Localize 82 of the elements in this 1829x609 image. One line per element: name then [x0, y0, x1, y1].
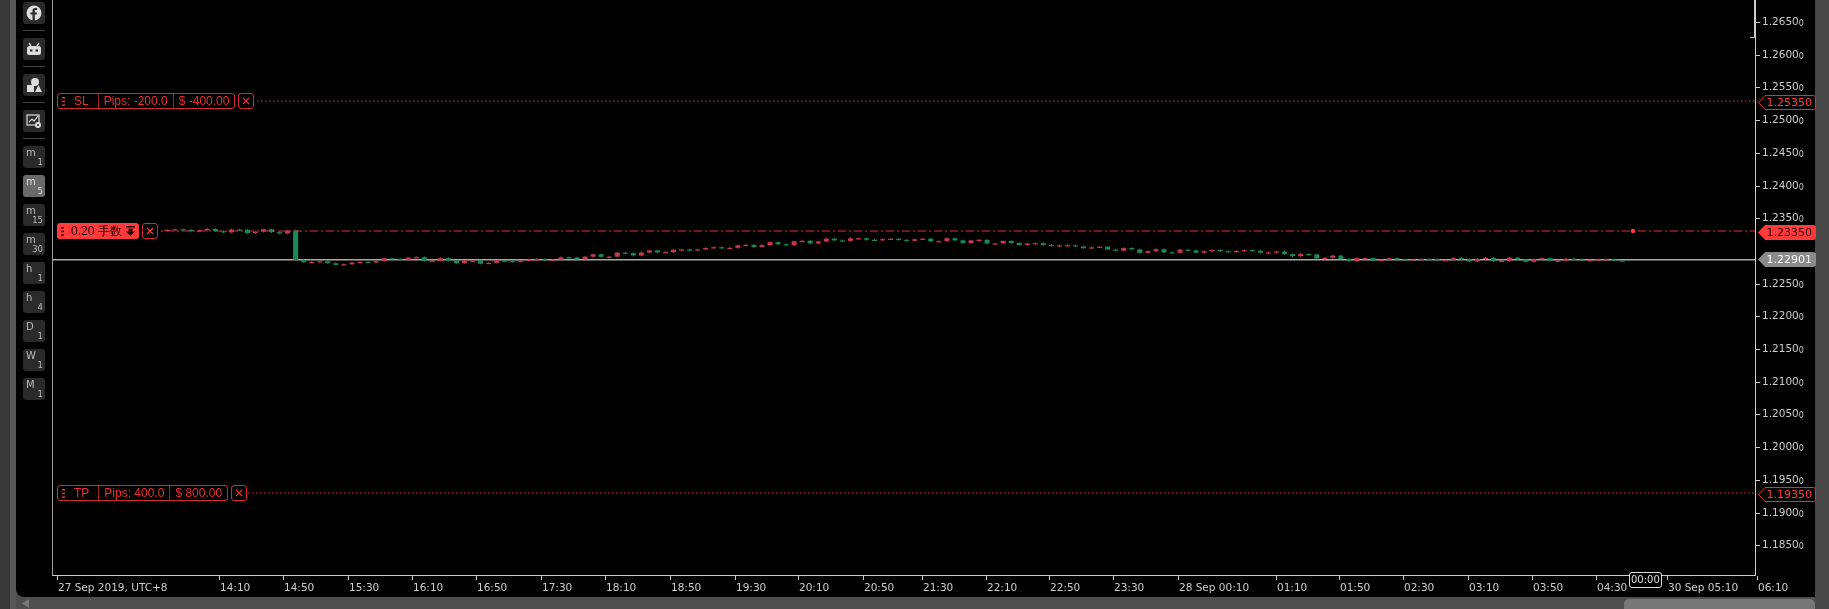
marker-dot: [1630, 228, 1636, 234]
close-icon: [242, 97, 251, 105]
price-label: 1.2400$_{0}$: [1762, 179, 1804, 193]
time-label: 15:30: [349, 581, 380, 593]
close-button[interactable]: [141, 223, 158, 239]
price-label: 1.1850$_{0}$: [1762, 539, 1804, 553]
time-label: 19:30: [736, 581, 767, 593]
grip-icon: [62, 488, 65, 498]
amount-label: $ 800.00: [174, 486, 224, 500]
timeframe-button[interactable]: h 1: [23, 262, 45, 284]
time-label: 06:10: [1758, 581, 1789, 593]
crosshair-time-label: 00:00: [1629, 572, 1662, 588]
price-marker: 1.22901: [1758, 252, 1816, 268]
price-label: 1.1950$_{0}$: [1762, 473, 1804, 487]
price-label: 1.2600$_{0}$: [1762, 48, 1804, 62]
order-type-label: SL: [68, 94, 99, 108]
price-label: 1.2550$_{0}$: [1762, 81, 1804, 95]
time-label: 18:10: [606, 581, 637, 593]
vertical-scrollbar[interactable]: [1815, 0, 1829, 609]
timeframe-button[interactable]: D 1: [23, 320, 45, 342]
price-label: 1.2100$_{0}$: [1762, 375, 1804, 389]
stop-loss-tag[interactable]: SL Pips: -200.0 $ -400.00: [57, 93, 236, 109]
time-label: 17:30: [542, 581, 573, 593]
price-label: 1.1900$_{0}$: [1762, 506, 1804, 520]
take-profit-tag[interactable]: TP Pips: 400.0 $ 800.00: [57, 485, 229, 501]
timeframe-button[interactable]: W 1: [23, 349, 45, 371]
timeframe-button[interactable]: m 30: [23, 233, 45, 255]
time-label: 14:50: [284, 581, 315, 593]
price-marker: 1.25350: [1758, 94, 1816, 110]
price-label: 1.2450$_{0}$: [1762, 146, 1804, 160]
time-label: 28 Sep 00:10: [1179, 581, 1250, 593]
time-label: 20:50: [864, 581, 895, 593]
facebook-icon[interactable]: [23, 2, 45, 24]
time-label: 30 Sep 05:10: [1668, 581, 1739, 593]
time-label: 21:30: [923, 581, 954, 593]
price-label: 1.2000$_{0}$: [1762, 441, 1804, 455]
close-icon: [235, 489, 244, 497]
price-marker: 1.19350: [1758, 486, 1816, 502]
price-label: 1.2200$_{0}$: [1762, 310, 1804, 324]
time-label: 03:10: [1469, 581, 1500, 593]
time-label: 18:50: [671, 581, 702, 593]
time-label: 04:30: [1597, 581, 1628, 593]
timeframe-button[interactable]: m 15: [23, 204, 45, 226]
price-label: 1.2250$_{0}$: [1762, 277, 1804, 291]
price-label: 1.2350$_{0}$: [1762, 212, 1804, 226]
lot-size-label: 0.20 手数: [71, 222, 122, 240]
price-label: 1.2500$_{0}$: [1762, 114, 1804, 128]
price-label: 1.2150$_{0}$: [1762, 343, 1804, 356]
grip-icon: [62, 96, 65, 106]
pips-label: Pips: 400.0: [99, 486, 171, 500]
order-type-label: TP: [68, 486, 100, 500]
close-icon: [145, 227, 154, 235]
shapes-icon[interactable]: [23, 74, 45, 96]
time-label: 22:50: [1050, 581, 1081, 593]
time-label: 01:50: [1340, 581, 1371, 593]
timeframe-button[interactable]: M 1: [23, 378, 45, 400]
close-button[interactable]: [238, 93, 255, 109]
arrow-down-icon[interactable]: [125, 226, 135, 236]
chart-settings-icon[interactable]: [23, 110, 45, 132]
time-label: 16:50: [477, 581, 508, 593]
robot-icon[interactable]: [23, 38, 45, 60]
price-marker: 1.23350: [1758, 224, 1816, 240]
time-label: 20:10: [799, 581, 830, 593]
time-label: 01:10: [1277, 581, 1308, 593]
pips-label: Pips: -200.0: [98, 94, 174, 108]
scrollbar-thumb[interactable]: [1624, 599, 1815, 609]
timeframe-button[interactable]: m 5: [23, 175, 45, 197]
amount-label: $ -400.00: [177, 94, 231, 108]
time-label: 23:30: [1114, 581, 1145, 593]
grip-icon: [61, 226, 64, 236]
price-label: 1.2650$_{0}$: [1762, 16, 1804, 29]
time-label: 27 Sep 2019, UTC+8: [58, 581, 168, 593]
price-label: 1.2050$_{0}$: [1762, 408, 1804, 422]
timeframe-button[interactable]: m 1: [23, 146, 45, 168]
time-label: 16:10: [413, 581, 444, 593]
time-label: 22:10: [987, 581, 1018, 593]
close-button[interactable]: [231, 485, 248, 501]
position-tag[interactable]: 0.20 手数: [57, 223, 139, 239]
timeframe-button[interactable]: h 4: [23, 291, 45, 313]
time-label: 02:30: [1404, 581, 1435, 593]
time-label: 03:50: [1533, 581, 1564, 593]
time-label: 14:10: [220, 581, 251, 593]
